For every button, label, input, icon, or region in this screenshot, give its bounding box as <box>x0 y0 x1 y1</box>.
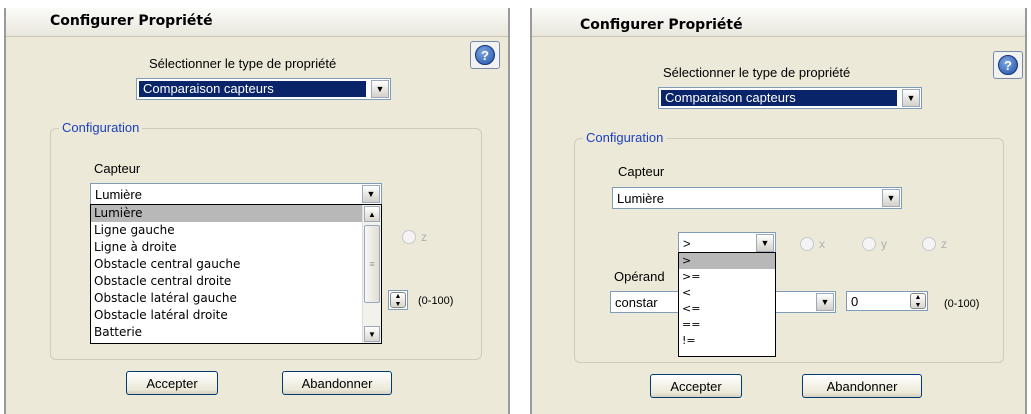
dropdown-option[interactable]: == <box>679 317 775 333</box>
chevron-down-icon[interactable]: ▼ <box>882 189 900 207</box>
sensor-dropdown-list[interactable]: Lumière Ligne gauche Ligne à droite Obstacl… <box>90 204 382 344</box>
radio-y[interactable]: y <box>862 237 887 251</box>
scroll-up-icon[interactable]: ▲ <box>364 206 380 222</box>
range-hint: (0-100) <box>418 295 454 307</box>
radio-z[interactable]: z <box>402 230 427 244</box>
dropdown-option[interactable]: Batterie <box>91 324 381 341</box>
operator-value: > <box>683 236 691 251</box>
accept-button[interactable]: Accepter <box>650 374 742 398</box>
range-hint: (0-100) <box>944 298 980 310</box>
radio-z-label: z <box>941 237 947 251</box>
property-type-value: Comparaison capteurs <box>661 90 897 106</box>
spinner-arrows-icon[interactable]: ▲ ▼ <box>910 293 926 309</box>
radio-y-label: y <box>881 237 887 251</box>
property-type-value: Comparaison capteurs <box>139 81 366 97</box>
dropdown-option[interactable]: Obstacle latéral droite <box>91 307 381 324</box>
scrollbar[interactable]: ▲ ≡ ▼ <box>362 205 381 343</box>
value-spinner[interactable]: ▲ ▼ <box>388 290 408 310</box>
property-type-select[interactable]: Comparaison capteurs ▼ <box>658 87 922 109</box>
scroll-thumb[interactable]: ≡ <box>364 225 380 303</box>
right-dialog: Configurer Propriété Sélectionner le typ… <box>530 8 1027 414</box>
cancel-button[interactable]: Abandonner <box>802 374 922 398</box>
dropdown-option[interactable]: < <box>679 285 775 301</box>
dropdown-option[interactable]: Lumière <box>91 205 381 222</box>
title-bar: Configurer Propriété <box>532 8 1025 37</box>
operator-dropdown-list[interactable]: > >= < <= == != <box>678 252 776 357</box>
accept-button[interactable]: Accepter <box>126 371 218 395</box>
property-type-prompt: Sélectionner le type de propriété <box>149 56 337 71</box>
sensor-label: Capteur <box>618 164 665 179</box>
chevron-down-icon[interactable]: ▼ <box>371 80 389 98</box>
radio-z-label: z <box>421 230 427 244</box>
help-button[interactable]: ? <box>470 41 500 69</box>
scroll-down-icon[interactable]: ▼ <box>364 326 380 342</box>
radio-circle[interactable] <box>402 230 416 244</box>
property-type-prompt: Sélectionner le type de propriété <box>663 65 851 80</box>
dropdown-option[interactable]: Ligne gauche <box>91 222 381 239</box>
radio-circle[interactable] <box>922 237 936 251</box>
radio-x[interactable]: x <box>800 237 825 251</box>
chevron-down-icon[interactable]: ▼ <box>362 185 380 203</box>
dropdown-option[interactable]: != <box>679 333 775 349</box>
radio-x-label: x <box>819 237 825 251</box>
operator-select[interactable]: > ▼ <box>678 232 776 254</box>
operand-label: Opérand <box>614 269 665 284</box>
spinner-arrows-icon[interactable]: ▲ ▼ <box>390 292 406 308</box>
title-bar: Configurer Propriété <box>6 8 508 37</box>
radio-circle[interactable] <box>800 237 814 251</box>
dropdown-option[interactable]: Obstacle central gauche <box>91 256 381 273</box>
dropdown-option[interactable]: Obstacle central droite <box>91 273 381 290</box>
left-dialog: Configurer Propriété Sélectionner le typ… <box>4 8 510 414</box>
sensor-value: Lumière <box>95 187 142 202</box>
sensor-select[interactable]: Lumière ▼ <box>90 183 382 205</box>
operand-value: constar <box>615 295 658 310</box>
cancel-button[interactable]: Abandonner <box>282 371 392 395</box>
chevron-down-icon[interactable]: ▼ <box>902 89 920 107</box>
help-icon: ? <box>998 55 1018 75</box>
number-value: 0 <box>851 294 859 309</box>
dropdown-option[interactable]: > <box>679 253 775 269</box>
radio-circle[interactable] <box>862 237 876 251</box>
configuration-legend: Configuration <box>59 120 143 135</box>
radio-z[interactable]: z <box>922 237 947 251</box>
sensor-select[interactable]: Lumière ▼ <box>612 187 902 209</box>
number-spinner[interactable]: 0 ▲ ▼ <box>846 291 928 311</box>
help-button[interactable]: ? <box>993 51 1023 79</box>
dialog-title: Configurer Propriété <box>50 13 213 29</box>
help-icon: ? <box>475 45 495 65</box>
configuration-legend: Configuration <box>583 130 667 145</box>
sensor-value: Lumière <box>617 191 664 206</box>
dropdown-option[interactable]: Obstacle latéral gauche <box>91 290 381 307</box>
chevron-down-icon[interactable]: ▼ <box>816 293 834 311</box>
dropdown-option[interactable]: Ligne à droite <box>91 239 381 256</box>
dialog-title: Configurer Propriété <box>580 17 743 33</box>
property-type-select[interactable]: Comparaison capteurs ▼ <box>136 78 391 100</box>
dropdown-option[interactable]: <= <box>679 301 775 317</box>
sensor-label: Capteur <box>94 161 141 176</box>
dropdown-option[interactable]: >= <box>679 269 775 285</box>
chevron-down-icon[interactable]: ▼ <box>756 234 774 252</box>
